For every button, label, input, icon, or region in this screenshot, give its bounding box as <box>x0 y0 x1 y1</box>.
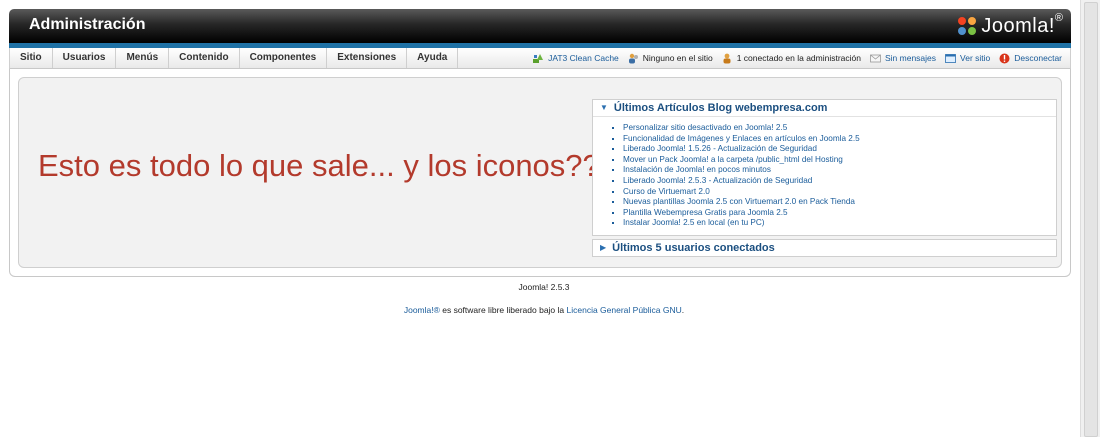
status-bar: JAT3 Clean Cache Ninguno en el sitio 1 c… <box>524 48 1062 68</box>
gnu-license-link[interactable]: Licencia General Pública GNU <box>567 305 682 315</box>
menu-item-contenido[interactable]: Contenido <box>169 48 240 68</box>
joomla-link[interactable]: Joomla!® <box>404 305 440 315</box>
blog-articles-module: ▼ Últimos Artículos Blog webempresa.com … <box>592 99 1057 236</box>
article-link[interactable]: Instalación de Joomla! en pocos minutos <box>623 165 771 174</box>
license-suffix: . <box>681 305 685 315</box>
logout-icon <box>999 53 1010 63</box>
article-link[interactable]: Plantilla Webempresa Gratis para Joomla … <box>623 208 788 217</box>
users-icon <box>628 53 638 63</box>
list-item: Instalación de Joomla! en pocos minutos <box>623 165 1056 176</box>
site-users-status: Ninguno en el sitio <box>628 53 713 64</box>
list-item: Liberado Joomla! 1.5.26 - Actualización … <box>623 144 1056 155</box>
cpanel-modules: ▼ Últimos Artículos Blog webempresa.com … <box>592 99 1057 260</box>
view-site-label: Ver sitio <box>960 53 991 63</box>
logout-label: Desconectar <box>1014 53 1062 63</box>
connected-users-module-title: Últimos 5 usuarios conectados <box>612 241 775 254</box>
article-link[interactable]: Funcionalidad de Imágenes y Enlaces en a… <box>623 134 860 143</box>
clean-cache-label: JAT3 Clean Cache <box>548 53 619 63</box>
main-menu: Sitio Usuarios Menús Contenido Component… <box>10 48 459 69</box>
list-item: Nuevas plantillas Joomla 2.5 con Virtuem… <box>623 197 1056 208</box>
logout-link[interactable]: Desconectar <box>999 53 1062 64</box>
admin-frame: Administración Joomla! ® Sitio Usuarios … <box>9 9 1071 277</box>
footer-license: Joomla!® es software libre liberado bajo… <box>0 305 1088 315</box>
clean-cache-icon <box>533 53 544 63</box>
article-link[interactable]: Personalizar sitio desactivado en Joomla… <box>623 123 787 132</box>
license-text: es software libre liberado bajo la <box>439 305 567 315</box>
logo-registered: ® <box>1054 12 1063 24</box>
menu-item-sitio[interactable]: Sitio <box>10 48 53 68</box>
connected-users-module: ▶ Últimos 5 usuarios conectados <box>592 238 1057 257</box>
article-link[interactable]: Curso de Virtuemart 2.0 <box>623 187 710 196</box>
list-item: Mover un Pack Joomla! a la carpeta /publ… <box>623 155 1056 166</box>
messages-label: Sin mensajes <box>885 53 937 63</box>
list-item: Plantilla Webempresa Gratis para Joomla … <box>623 208 1056 219</box>
list-item: Personalizar sitio desactivado en Joomla… <box>623 123 1056 134</box>
admin-users-label: 1 conectado en la administración <box>736 53 861 63</box>
view-site-link[interactable]: Ver sitio <box>945 53 990 64</box>
admin-users-status: 1 conectado en la administración <box>722 53 861 64</box>
blog-articles-list-container: Personalizar sitio desactivado en Joomla… <box>593 117 1056 235</box>
menu-item-extensiones[interactable]: Extensiones <box>327 48 408 68</box>
scrollbar-thumb[interactable] <box>1084 2 1098 437</box>
article-link[interactable]: Instalar Joomla! 2.5 en local (en tu PC) <box>623 218 765 227</box>
connected-users-module-header[interactable]: ▶ Últimos 5 usuarios conectados <box>593 240 1056 256</box>
menu-item-ayuda[interactable]: Ayuda <box>407 48 459 68</box>
view-site-icon <box>945 53 956 63</box>
joomla-flower-icon <box>958 17 977 35</box>
blog-articles-module-header[interactable]: ▼ Últimos Artículos Blog webempresa.com <box>593 100 1056 117</box>
menu-item-usuarios[interactable]: Usuarios <box>53 48 117 68</box>
article-link[interactable]: Nuevas plantillas Joomla 2.5 con Virtuem… <box>623 197 855 206</box>
list-item: Curso de Virtuemart 2.0 <box>623 187 1056 198</box>
admin-users-icon <box>723 53 731 63</box>
site-users-label: Ninguno en el sitio <box>642 53 713 63</box>
main-menubar: Sitio Usuarios Menús Contenido Component… <box>9 48 1071 69</box>
annotation-message: Esto es todo lo que sale... y los iconos… <box>38 148 618 183</box>
menu-item-menus[interactable]: Menús <box>116 48 170 68</box>
caret-down-icon: ▼ <box>600 103 608 112</box>
messages-link[interactable]: Sin mensajes <box>870 53 936 64</box>
blog-articles-module-title: Últimos Artículos Blog webempresa.com <box>613 102 828 114</box>
blog-articles-list: Personalizar sitio desactivado en Joomla… <box>593 123 1056 229</box>
clean-cache-link[interactable]: JAT3 Clean Cache <box>533 53 619 64</box>
footer-version: Joomla! 2.5.3 <box>518 282 570 292</box>
article-link[interactable]: Liberado Joomla! 2.5.3 - Actualización d… <box>623 176 812 185</box>
content-panel: Esto es todo lo que sale... y los iconos… <box>9 69 1071 277</box>
admin-header: Administración Joomla! ® <box>9 9 1071 43</box>
joomla-logo: Joomla! ® <box>956 12 1063 40</box>
article-link[interactable]: Mover un Pack Joomla! a la carpeta /publ… <box>623 155 843 164</box>
article-link[interactable]: Liberado Joomla! 1.5.26 - Actualización … <box>623 144 817 153</box>
logo-text: Joomla! <box>981 14 1055 37</box>
caret-right-icon: ▶ <box>600 242 607 252</box>
list-item: Funcionalidad de Imágenes y Enlaces en a… <box>623 134 1056 145</box>
menu-item-componentes[interactable]: Componentes <box>240 48 328 68</box>
vertical-scrollbar[interactable] <box>1080 0 1100 437</box>
messages-icon <box>870 54 881 62</box>
list-item: Liberado Joomla! 2.5.3 - Actualización d… <box>623 176 1056 187</box>
page-title: Administración <box>29 16 146 33</box>
list-item: Instalar Joomla! 2.5 en local (en tu PC) <box>623 218 1056 229</box>
cpanel-area: Esto es todo lo que sale... y los iconos… <box>18 77 1062 268</box>
